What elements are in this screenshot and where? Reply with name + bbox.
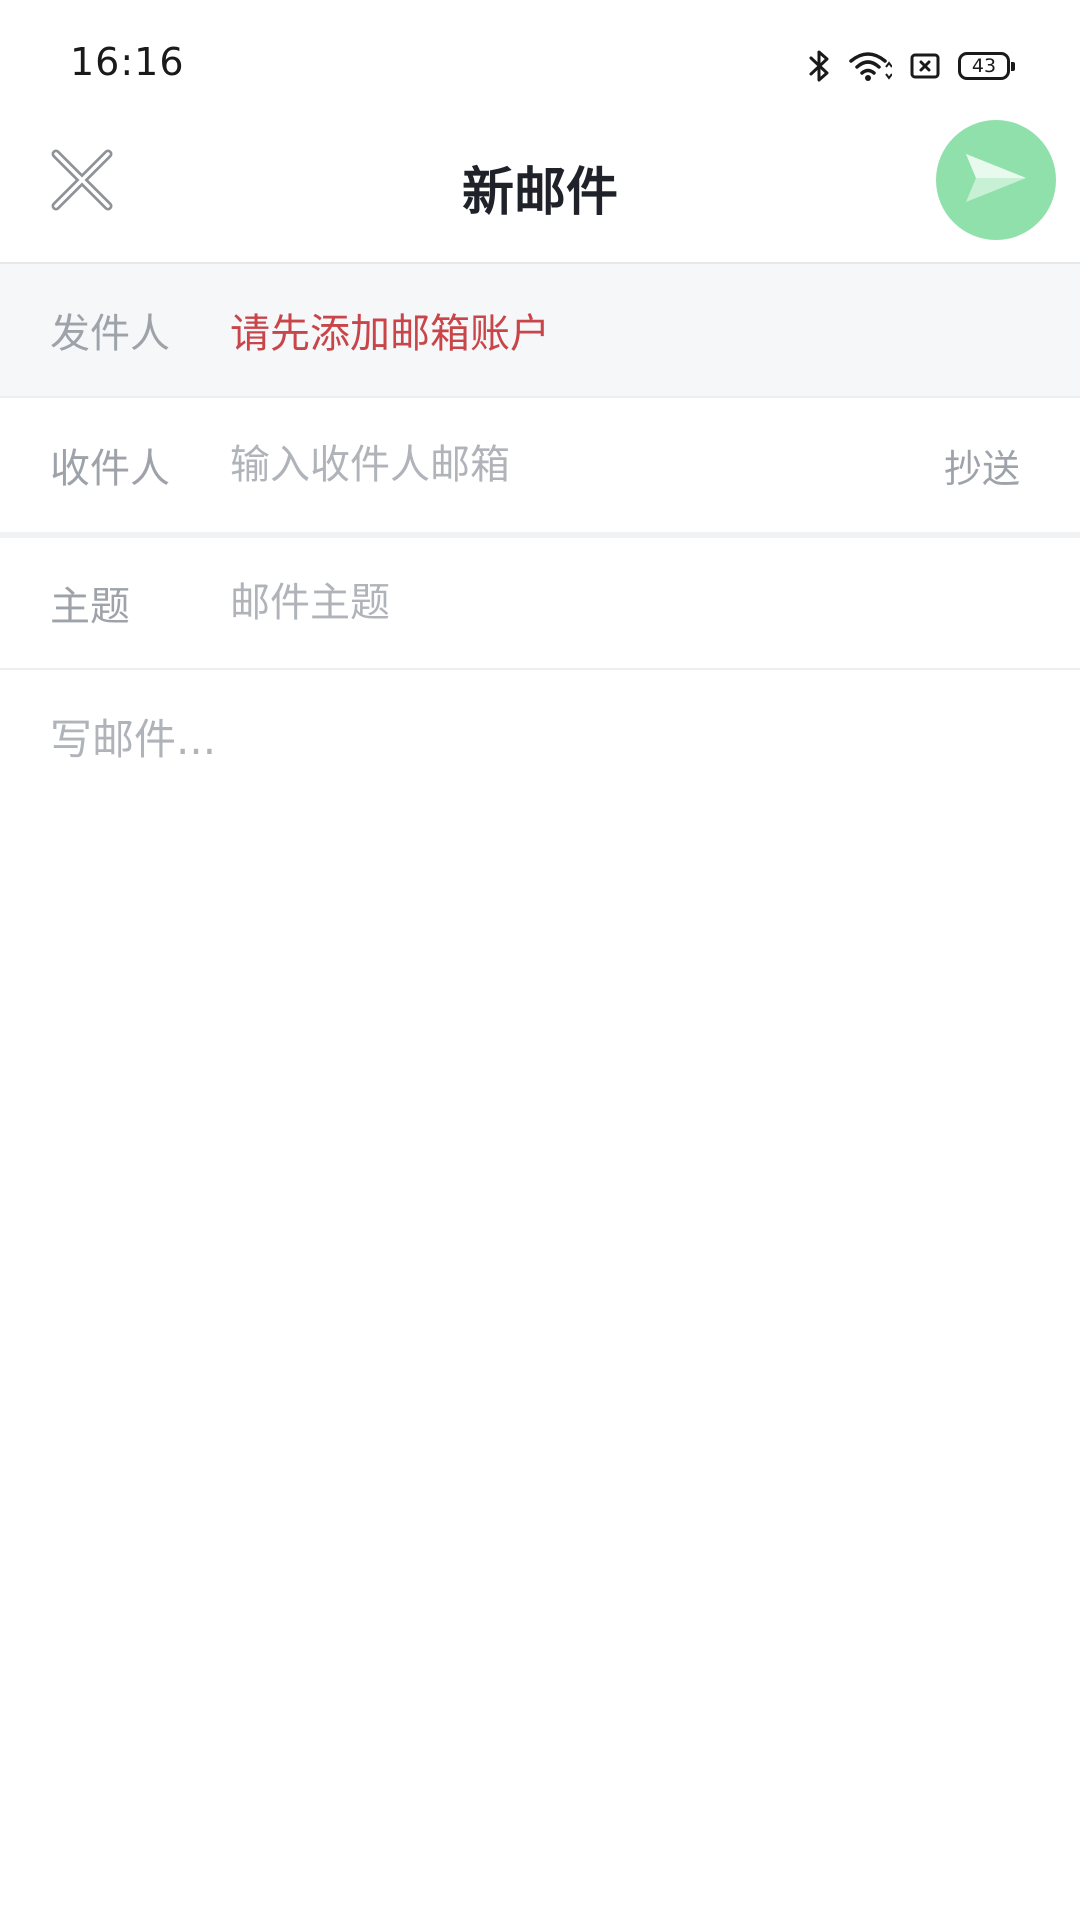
recipient-row: 收件人 抄送 [0,398,1080,532]
sender-warning[interactable]: 请先添加邮箱账户 [230,301,550,359]
body-textarea[interactable] [50,706,1030,1856]
status-bar: 16:16 43 [0,0,1080,120]
wifi-icon [848,50,892,82]
recipient-input[interactable] [230,442,910,488]
send-icon [964,152,1028,208]
subject-input-wrap [230,580,910,626]
battery-level: 43 [971,54,997,77]
send-button[interactable] [936,120,1056,240]
subject-label: 主题 [50,584,130,630]
sender-label: 发件人 [50,311,170,357]
recipient-input-wrap [230,442,910,488]
page-title: 新邮件 [461,163,618,223]
sim-card-icon [910,53,940,79]
subject-input[interactable] [230,580,910,626]
status-time: 16:16 [70,40,185,84]
cc-button[interactable]: 抄送 [944,438,1020,493]
battery-icon: 43 [958,52,1015,80]
sender-row[interactable]: 发件人 请先添加邮箱账户 [0,264,1080,398]
recipient-label: 收件人 [50,446,170,492]
bluetooth-icon [808,49,830,83]
status-icons: 43 [808,44,1015,88]
header-bar: 新邮件 [0,120,1080,264]
subject-row: 主题 [0,538,1080,670]
